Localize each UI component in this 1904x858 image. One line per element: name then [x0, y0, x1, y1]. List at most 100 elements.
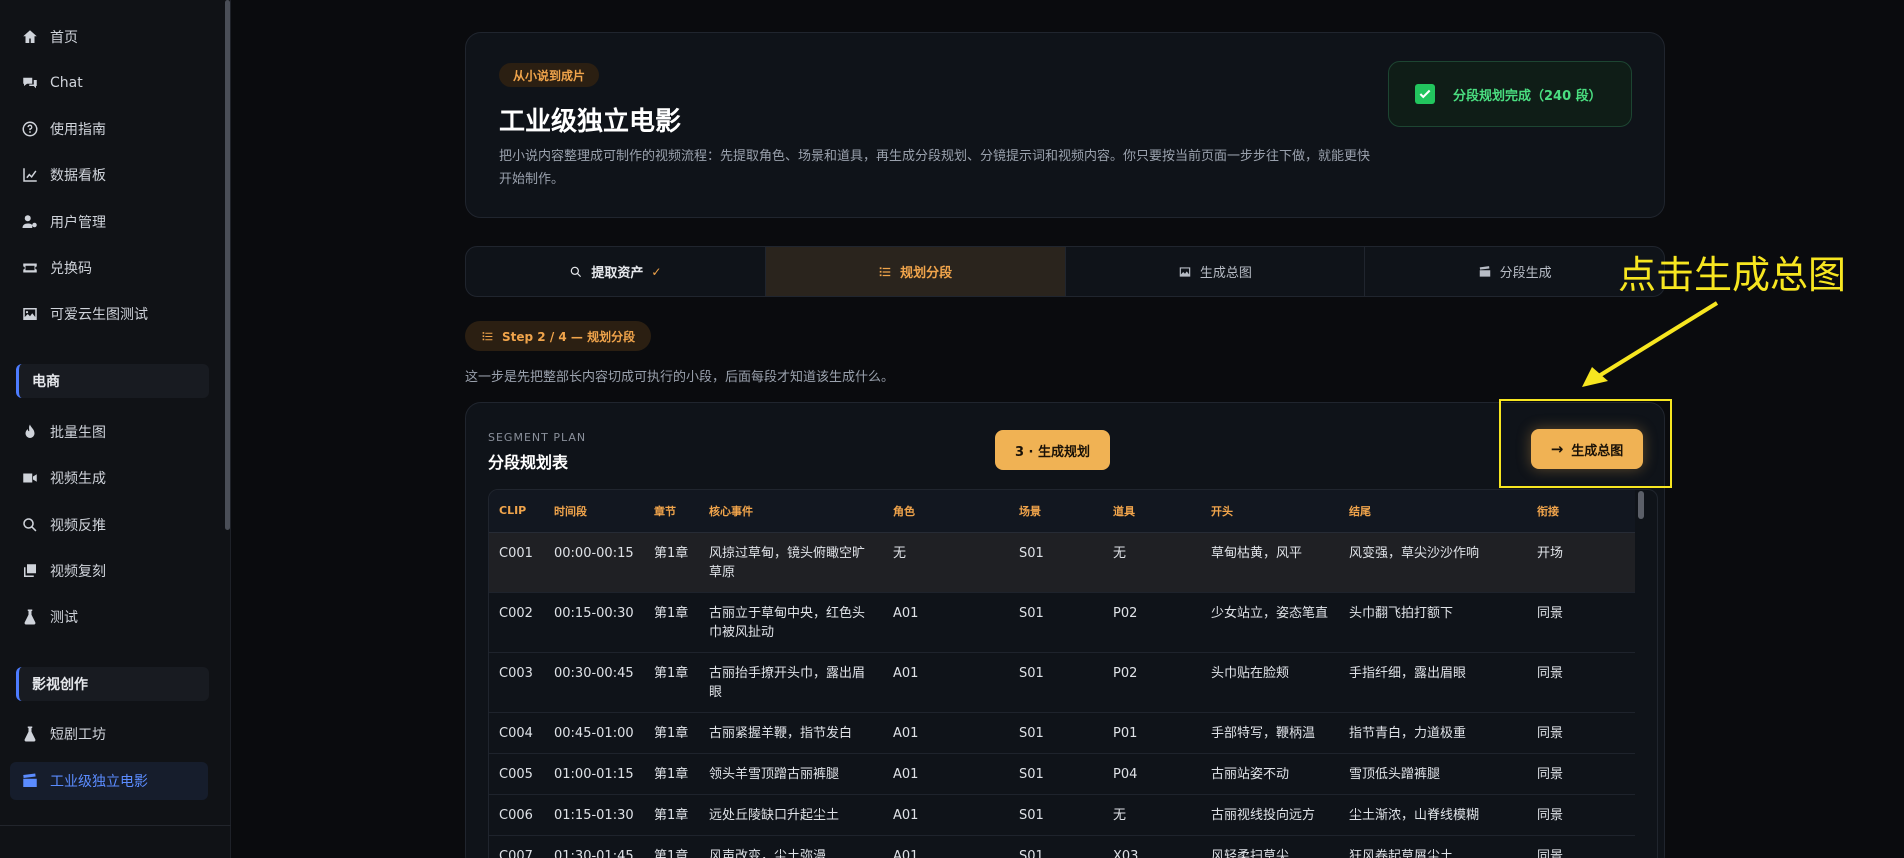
- tab-extract-assets[interactable]: 提取资产 ✓: [466, 247, 766, 296]
- tab-plan-segments[interactable]: 规划分段: [765, 247, 1066, 296]
- table-cell: A01: [883, 794, 1009, 836]
- status-badge: 分段规划完成（240 段）: [1388, 61, 1632, 127]
- table-cell: 古丽抬手撩开头巾，露出眉眼: [699, 652, 883, 713]
- table-cell: 无: [1103, 794, 1201, 836]
- sidebar-scrollbar[interactable]: [225, 0, 230, 530]
- table-row[interactable]: C007 01:30-01:45 第1章 风声改变，尘土弥漫 A01 S01 X…: [489, 835, 1635, 858]
- step-tabs: 提取资产 ✓ 规划分段 生成总图 分段生成: [465, 246, 1665, 297]
- table-cell: 第1章: [644, 794, 699, 836]
- fire-icon: [20, 422, 40, 442]
- app-root: 首页 Chat 使用指南 数据看板 用户管理 兑换码 可爱云生图测试 电商 批量…: [0, 0, 1904, 858]
- table-cell: A01: [883, 592, 1009, 653]
- sidebar-item-test[interactable]: 测试: [10, 600, 208, 634]
- page-title: 工业级独立电影: [499, 107, 682, 137]
- tab-label: 规划分段: [900, 266, 953, 281]
- table-cell: 头巾贴在脸颊: [1201, 652, 1339, 713]
- list-icon: [878, 265, 892, 279]
- table-cell: 头巾翻飞拍打额下: [1339, 592, 1527, 653]
- sidebar-item-label: 数据看板: [50, 168, 106, 184]
- table-scrollbar[interactable]: [1638, 491, 1644, 519]
- table-cell: 尘土渐浓，山脊线模糊: [1339, 794, 1527, 836]
- sidebar-item-users[interactable]: 用户管理: [10, 205, 208, 239]
- sidebar-item-label: 视频反推: [50, 518, 106, 534]
- sidebar-item-label: 可爱云生图测试: [50, 307, 148, 323]
- column-header: CLIP: [489, 490, 544, 533]
- column-header: 章节: [644, 490, 699, 533]
- table-cell: S01: [1009, 712, 1103, 754]
- table-cell: 领头羊雪顶蹭古丽裤腿: [699, 753, 883, 795]
- segment-plan-card: SEGMENT PLAN 分段规划表 3 · 生成规划 → 生成总图 CLIP …: [465, 402, 1665, 858]
- sidebar-item-label: 首页: [50, 30, 78, 46]
- chart-icon: [20, 165, 40, 185]
- generate-plan-button[interactable]: 3 · 生成规划: [995, 430, 1110, 470]
- copy-icon: [20, 561, 40, 581]
- sidebar-item-video-copy[interactable]: 视频复刻: [10, 554, 208, 588]
- search-icon: [569, 265, 583, 279]
- sidebar-item-label: 视频复刻: [50, 564, 106, 580]
- sidebar-item-label: 使用指南: [50, 122, 106, 138]
- table-cell: 同景: [1527, 794, 1635, 836]
- table-cell: 00:45-01:00: [544, 712, 644, 754]
- table-cell: 开场: [1527, 532, 1635, 593]
- table-cell: 远处丘陵缺口升起尘土: [699, 794, 883, 836]
- table-cell: 同景: [1527, 652, 1635, 713]
- table-cell: 手指纤细，露出眉眼: [1339, 652, 1527, 713]
- table-cell: 指节青白，力道极重: [1339, 712, 1527, 754]
- sidebar-item-label: 视频生成: [50, 471, 106, 487]
- sidebar-section-film: 影视创作: [16, 667, 209, 701]
- table-cell: 古丽立于草甸中央，红色头巾被风扯动: [699, 592, 883, 653]
- table-cell: C002: [489, 592, 544, 653]
- flask-icon: [20, 724, 40, 744]
- table-row[interactable]: C001 00:00-00:15 第1章 风掠过草甸，镜头俯瞰空旷草原 无 S0…: [489, 532, 1635, 593]
- tab-generate-total[interactable]: 生成总图: [1066, 247, 1366, 296]
- table-cell: A01: [883, 652, 1009, 713]
- magnify-icon: [20, 515, 40, 535]
- table-cell: 第1章: [644, 712, 699, 754]
- table-row[interactable]: C002 00:15-00:30 第1章 古丽立于草甸中央，红色头巾被风扯动 A…: [489, 592, 1635, 653]
- column-header: 时间段: [544, 490, 644, 533]
- table-cell: 风掠过草甸，镜头俯瞰空旷草原: [699, 532, 883, 593]
- annotation-text: 点击生成总图: [1618, 253, 1847, 297]
- sidebar-item-label: 测试: [50, 610, 78, 626]
- table-row[interactable]: C005 01:00-01:15 第1章 领头羊雪顶蹭古丽裤腿 A01 S01 …: [489, 753, 1635, 795]
- sidebar-item-batch-image[interactable]: 批量生图: [10, 415, 208, 449]
- sidebar-item-guide[interactable]: 使用指南: [10, 112, 208, 146]
- flask-icon: [20, 607, 40, 627]
- hero-description: 把小说内容整理成可制作的视频流程：先提取角色、场景和道具，再生成分段规划、分镜提…: [499, 149, 1371, 187]
- table-row[interactable]: C004 00:45-01:00 第1章 古丽紧握羊鞭，指节发白 A01 S01…: [489, 712, 1635, 754]
- sidebar-item-image-test[interactable]: 可爱云生图测试: [10, 297, 208, 331]
- table-cell: 01:00-01:15: [544, 753, 644, 795]
- sidebar-item-label: 批量生图: [50, 425, 106, 441]
- ticket-icon: [20, 258, 40, 278]
- table-cell: S01: [1009, 592, 1103, 653]
- table-cell: 00:30-00:45: [544, 652, 644, 713]
- table-cell: C007: [489, 835, 544, 858]
- sidebar-item-video-gen[interactable]: 视频生成: [10, 461, 208, 495]
- segment-table: CLIP 时间段 章节 核心事件 角色 场景 道具 开头 结尾 衔接 C001: [488, 489, 1658, 858]
- table-cell: 同景: [1527, 592, 1635, 653]
- table-cell: 同景: [1527, 753, 1635, 795]
- sidebar-item-chat[interactable]: Chat: [10, 66, 208, 100]
- image-icon: [1178, 265, 1192, 279]
- table-cell: 01:30-01:45: [544, 835, 644, 858]
- table-cell: A01: [883, 835, 1009, 858]
- annotation-arrow-icon: [1582, 301, 1719, 387]
- table-cell: 同景: [1527, 835, 1635, 858]
- sidebar-item-redeem[interactable]: 兑换码: [10, 251, 208, 285]
- sidebar-section-ecommerce: 电商: [16, 364, 209, 398]
- sidebar-item-video-reverse[interactable]: 视频反推: [10, 508, 208, 542]
- table-row[interactable]: C003 00:30-00:45 第1章 古丽抬手撩开头巾，露出眉眼 A01 S…: [489, 652, 1635, 713]
- column-header: 角色: [883, 490, 1009, 533]
- sidebar-item-short-drama[interactable]: 短剧工坊: [10, 717, 208, 751]
- table-cell: 雪顶低头蹭裤腿: [1339, 753, 1527, 795]
- step-indicator-text: Step 2 / 4 — 规划分段: [502, 329, 636, 344]
- sidebar-item-home[interactable]: 首页: [10, 20, 208, 54]
- sidebar-item-indie-film[interactable]: 工业级独立电影: [10, 762, 208, 800]
- column-header: 结尾: [1339, 490, 1527, 533]
- table-cell: S01: [1009, 835, 1103, 858]
- sidebar-item-label: 工业级独立电影: [50, 774, 148, 790]
- table-row[interactable]: C006 01:15-01:30 第1章 远处丘陵缺口升起尘土 A01 S01 …: [489, 794, 1635, 836]
- sidebar-item-label: Chat: [50, 75, 83, 91]
- annotation-highlight-box: [1499, 399, 1672, 488]
- sidebar-item-dashboard[interactable]: 数据看板: [10, 158, 208, 192]
